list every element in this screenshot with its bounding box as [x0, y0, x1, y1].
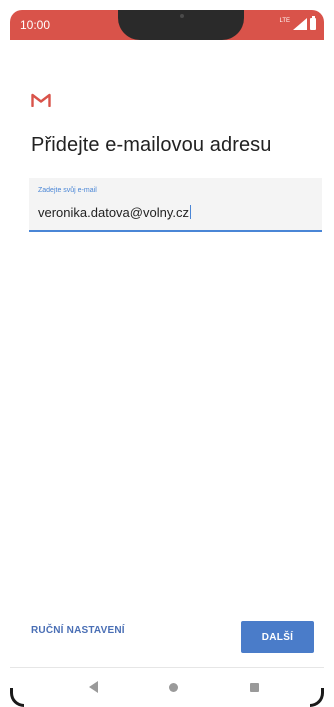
phone-screen: 10:00 LTE Přidejte e-mailovou adresu Zad… — [0, 0, 334, 707]
screen-corner-right — [310, 688, 324, 707]
back-triangle-icon[interactable] — [88, 681, 100, 693]
navigation-bar — [10, 668, 324, 707]
text-caret — [189, 205, 191, 219]
recents-square-icon[interactable] — [250, 683, 259, 692]
network-type-label: LTE — [279, 18, 290, 24]
battery-icon — [310, 16, 316, 30]
status-time: 10:00 — [20, 18, 51, 32]
display-notch — [118, 10, 244, 40]
email-field[interactable]: Zadejte svůj e-mail veronika.datova@voln… — [29, 178, 322, 232]
gmail-m-icon — [31, 93, 51, 107]
home-circle-icon[interactable] — [169, 683, 178, 692]
email-input[interactable]: veronika.datova@volny.cz — [38, 205, 191, 220]
email-input-value: veronika.datova@volny.cz — [38, 205, 189, 220]
status-bar: 10:00 LTE — [10, 10, 324, 40]
signal-icon — [293, 18, 307, 30]
manual-setup-button[interactable]: RUČNÍ NASTAVENÍ — [31, 625, 125, 636]
status-icons: LTE — [279, 16, 316, 30]
email-field-label: Zadejte svůj e-mail — [38, 187, 97, 194]
page-title: Přidejte e-mailovou adresu — [31, 134, 272, 156]
next-button[interactable]: DALŠÍ — [241, 621, 314, 653]
screen-corner-left — [10, 688, 24, 707]
camera-icon — [180, 14, 184, 18]
